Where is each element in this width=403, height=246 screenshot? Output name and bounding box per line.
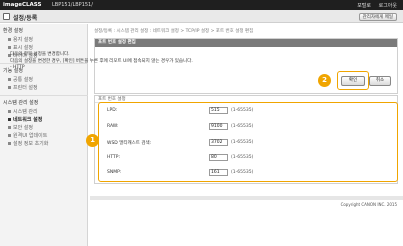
sidebar-item-system-management[interactable]: 시스템 관리 (8, 108, 38, 115)
top-bar: imageCLASS LBP151/LBP151/ 포털로 로그아웃 (0, 0, 403, 10)
bullet-icon (8, 46, 11, 49)
bullet-icon (8, 126, 11, 129)
sidebar-item-display[interactable]: 표시 설정 (8, 44, 33, 51)
port-range: (1-65535) (231, 124, 254, 129)
page-title: 설정/등록 (13, 15, 38, 22)
callout-2: 2 (318, 74, 331, 87)
sidebar-item-security[interactable]: 보안 설정 (8, 124, 33, 131)
top-links: 포털로 로그아웃 (351, 2, 397, 9)
port-input-http[interactable]: 80 (209, 154, 228, 161)
port-input-raw[interactable]: 9100 (209, 123, 228, 130)
bullet-icon (8, 38, 11, 41)
brand-logo: imageCLASS (3, 2, 42, 8)
settings-icon (3, 13, 10, 20)
port-range: (1-65535) (231, 108, 254, 113)
port-label-lpd: LPD: (107, 108, 118, 113)
sidebar-item-common[interactable]: 공통 설정 (8, 76, 33, 83)
breadcrumb: 설정/등록 : 시스템 관리 설정 : 네트워크 설정 > TCP/IP 설정 … (94, 29, 254, 34)
sidebar-item-network[interactable]: 네트워크 설정 (8, 116, 42, 123)
port-label-wsd: WSD 멀티캐스트 검색: (107, 141, 152, 146)
title-bar: 설정/등록 관리자에게 메일 (0, 10, 403, 23)
mail-admin-button[interactable]: 관리자에게 메일 (358, 13, 397, 21)
footer-bar (90, 196, 403, 200)
sidebar-section-preferences[interactable]: 환경 설정 (3, 27, 23, 34)
sidebar-item-reset-settings[interactable]: 설정 정보 초기화 (8, 140, 48, 147)
port-input-snmp[interactable]: 161 (209, 169, 228, 176)
port-input-wsd[interactable]: 3702 (209, 139, 228, 146)
port-label-snmp: SNMP: (107, 170, 122, 175)
message-line: - HTTP (10, 65, 25, 70)
port-input-lpd[interactable]: 515 (209, 107, 228, 114)
cancel-button[interactable]: 취소 (369, 76, 391, 86)
message-line: 다음의 항목 설정을 변경합니다. (10, 52, 70, 57)
panel-title: 포트 번호 설정 편집 (95, 39, 397, 47)
port-label-http: HTTP: (107, 155, 121, 160)
bullet-icon (8, 134, 11, 137)
bullet-icon (8, 118, 11, 121)
sidebar-item-printer[interactable]: 프린터 설정 (8, 84, 38, 91)
port-label-raw: RAW: (107, 124, 119, 129)
ok-button[interactable]: 확인 (341, 76, 365, 86)
sidebar-divider (0, 95, 88, 96)
port-range: (1-65535) (231, 170, 254, 175)
sidebar-section-system[interactable]: 시스템 관리 설정 (3, 99, 38, 106)
sidebar-item-paper[interactable]: 용지 설정 (8, 36, 33, 43)
logout-link[interactable]: 로그아웃 (379, 3, 397, 9)
device-model: LBP151/LBP151/ (52, 2, 93, 8)
portal-link[interactable]: 포털로 (357, 3, 371, 9)
callout-1: 1 (86, 134, 99, 147)
bullet-icon (8, 110, 11, 113)
bullet-icon (8, 86, 11, 89)
bullet-icon (8, 78, 11, 81)
port-range: (1-65535) (231, 140, 254, 145)
sidebar-item-remote-ui-update[interactable]: 원격UI 업데이트 (8, 132, 47, 139)
bullet-icon (8, 142, 11, 145)
copyright: Copyright CANON INC. 2015 (340, 202, 397, 207)
message-line: 다음의 설정을 변경한 경우, [확인] 버튼을 누른 후에 리모트 UI에 접… (10, 59, 193, 64)
port-range: (1-65535) (231, 155, 254, 160)
